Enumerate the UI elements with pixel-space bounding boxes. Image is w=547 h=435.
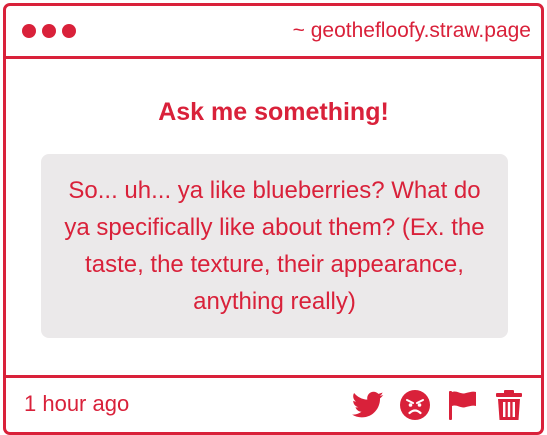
flag-icon	[449, 391, 476, 420]
window-controls	[22, 24, 82, 43]
window-dot-3[interactable]	[62, 24, 76, 38]
card-footer: 1 hour ago	[6, 375, 541, 432]
trash-icon	[496, 390, 522, 420]
site-address[interactable]: ~ geothefloofy.straw.page	[293, 19, 531, 43]
twitter-icon	[352, 391, 384, 418]
question-box: So... uh... ya like blueberries? What do…	[41, 154, 508, 338]
window-dot-1[interactable]	[22, 24, 36, 38]
report-button[interactable]	[446, 389, 478, 421]
window-dot-2[interactable]	[42, 24, 56, 38]
angry-face-icon	[400, 390, 430, 420]
action-bar	[352, 389, 525, 421]
window-titlebar: ~ geothefloofy.straw.page	[6, 6, 541, 59]
card-body: Ask me something! So... uh... ya like bl…	[6, 59, 541, 375]
react-angry-button[interactable]	[399, 389, 431, 421]
page-title: Ask me something!	[158, 98, 389, 126]
question-text: So... uh... ya like blueberries? What do…	[64, 177, 485, 315]
timestamp: 1 hour ago	[24, 391, 130, 416]
question-card: ~ geothefloofy.straw.page Ask me somethi…	[3, 3, 544, 435]
share-twitter-button[interactable]	[352, 389, 384, 421]
delete-button[interactable]	[493, 389, 525, 421]
